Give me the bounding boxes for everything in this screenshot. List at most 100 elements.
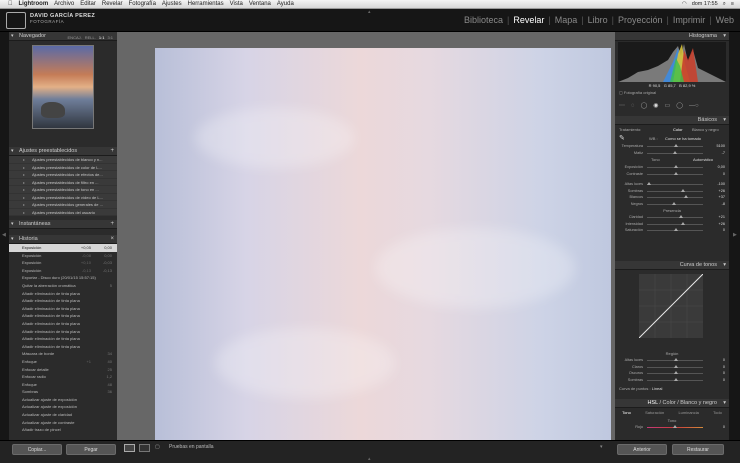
graduated-filter-icon[interactable]: ▭	[665, 102, 671, 109]
treatment-bw[interactable]: Blanco y negro	[692, 125, 719, 134]
grid-tool-icon[interactable]: ⋯	[619, 102, 625, 109]
history-step[interactable]: Añadir eliminación de tinta plana	[9, 305, 117, 313]
history-step[interactable]: Añadir eliminación de tinta plana	[9, 328, 117, 336]
hsl-header[interactable]: HSL / Color / Blanco y negro ▾	[615, 399, 729, 408]
histogram-chart[interactable]	[618, 42, 726, 82]
slider-track[interactable]	[647, 221, 703, 225]
slider-row[interactable]: Sombras 0	[615, 377, 729, 384]
slider-track[interactable]	[647, 165, 703, 169]
menu-vista[interactable]: Vista	[230, 0, 243, 9]
clear-history-icon[interactable]: ×	[110, 235, 114, 244]
history-step[interactable]: Enfoque +1 40	[9, 358, 117, 366]
slider-knob[interactable]	[674, 358, 678, 362]
list-icon[interactable]: ≡	[731, 0, 734, 9]
brush-icon[interactable]: —○	[689, 103, 699, 109]
slider-track[interactable]	[647, 171, 703, 175]
slider-row[interactable]: Saturación 0	[615, 227, 729, 234]
main-photo[interactable]	[155, 48, 611, 440]
slider-knob[interactable]	[679, 215, 684, 219]
preset-folder[interactable]: Ajustes preestablecidos del usuario	[9, 208, 117, 216]
nav-tab-fit[interactable]: ENCAJ.	[68, 33, 82, 42]
nav-tab-1to1[interactable]: 1:1	[99, 33, 105, 42]
menu-ajustes[interactable]: Ajustes	[162, 0, 182, 9]
history-step[interactable]: Sombras 36	[9, 388, 117, 396]
point-curve-select[interactable]: Lineal	[652, 386, 663, 391]
menu-fotografia[interactable]: Fotografía	[129, 0, 156, 9]
history-step[interactable]: Exposición -0,13 -0,13	[9, 267, 117, 275]
hsl-tab-all[interactable]: Todo	[713, 408, 722, 417]
eyedropper-icon[interactable]: ✎	[619, 134, 625, 143]
slider-value[interactable]: 0	[723, 171, 725, 178]
slider-knob[interactable]	[672, 150, 677, 154]
collapse-icon[interactable]: ▾	[723, 399, 726, 408]
nav-tab-3to1[interactable]: 3:1	[107, 33, 113, 42]
treatment-color[interactable]: Color	[673, 125, 683, 134]
menu-archivo[interactable]: Archivo	[54, 0, 74, 9]
spot-removal-icon[interactable]: ◯	[641, 102, 648, 109]
history-step[interactable]: Actualizar ajuste de exposición	[9, 403, 117, 411]
slider-knob[interactable]	[683, 195, 688, 199]
slider-row[interactable]: Contraste 0	[615, 171, 729, 178]
tone-curve-graph[interactable]	[639, 274, 703, 338]
preset-folder[interactable]: Ajustes preestablecidos de blanco y n...	[9, 156, 117, 164]
hsl-tab[interactable]: HSL	[647, 400, 658, 406]
history-step[interactable]: Añadir eliminación de tinta plana	[9, 290, 117, 298]
preset-folder[interactable]: Ajustes preestablecidos de filtro en ...	[9, 178, 117, 186]
left-edge[interactable]: ◀	[0, 32, 9, 440]
history-step[interactable]: Exposición +0,05 0,00	[9, 244, 117, 252]
slider-knob[interactable]	[647, 182, 651, 186]
module-proyeccion[interactable]: Proyección	[618, 15, 663, 25]
presets-header[interactable]: Ajustes preestablecidos +	[9, 147, 117, 156]
module-revelar[interactable]: Revelar	[513, 15, 544, 25]
menu-revelar[interactable]: Revelar	[102, 0, 123, 9]
history-step[interactable]: Enfocar radio 1,2	[9, 373, 117, 381]
add-snapshot-icon[interactable]: +	[110, 220, 114, 229]
menu-editar[interactable]: Editar	[80, 0, 96, 9]
slider-knob[interactable]	[674, 165, 678, 169]
basic-header[interactable]: Básicos ▾	[615, 116, 729, 125]
module-imprimir[interactable]: Imprimir	[673, 15, 706, 25]
slider-track[interactable]	[647, 150, 703, 154]
slider-track[interactable]	[647, 188, 703, 192]
curve-header[interactable]: Curva de tonos ▾	[615, 261, 729, 270]
slider-knob[interactable]	[681, 221, 686, 225]
proof-checkbox[interactable]: ▢	[155, 444, 160, 450]
snapshots-header[interactable]: Instantáneas +	[9, 220, 117, 229]
slider-value[interactable]: 0	[723, 227, 725, 234]
bw-tab[interactable]: Blanco y negro	[680, 400, 717, 406]
crop-tool-icon[interactable]: ◌	[631, 103, 635, 109]
slider-value[interactable]: -8	[722, 201, 725, 208]
slider-track[interactable]	[647, 228, 703, 232]
collapse-icon[interactable]: ▾	[723, 116, 726, 125]
slider-value[interactable]: 0	[723, 377, 725, 384]
preset-folder[interactable]: Ajustes preestablecidos generales de ...	[9, 201, 117, 209]
slider-track[interactable]	[647, 215, 703, 219]
add-preset-icon[interactable]: +	[110, 147, 114, 156]
reset-button[interactable]: Restaurar	[672, 444, 724, 455]
history-step[interactable]: Añadir trazo de pincel	[9, 426, 117, 434]
menu-ventana[interactable]: Ventana	[249, 0, 271, 9]
slider-track[interactable]	[647, 201, 703, 205]
history-step[interactable]: Actualizar ajuste de exposición	[9, 396, 117, 404]
collapse-icon[interactable]: ▾	[723, 261, 726, 270]
compare-view-icon[interactable]	[139, 444, 150, 452]
history-step[interactable]: Añadir eliminación de tinta plana	[9, 320, 117, 328]
slider-knob[interactable]	[673, 425, 677, 429]
menu-ayuda[interactable]: Ayuda	[277, 0, 294, 9]
slider-knob[interactable]	[674, 364, 678, 368]
loupe-view-icon[interactable]	[124, 444, 135, 452]
radial-filter-icon[interactable]: ◯	[676, 102, 683, 109]
slider-knob[interactable]	[674, 228, 678, 232]
slider-track[interactable]	[647, 195, 703, 199]
apple-icon[interactable]: 	[8, 0, 13, 9]
history-header[interactable]: Historia ×	[9, 235, 117, 244]
history-step[interactable]: Exposición -0,08 0,00	[9, 252, 117, 260]
history-step[interactable]: Exportar - Disco duro (20/01/15 15:57:15…	[9, 274, 117, 282]
slider-track[interactable]	[647, 371, 703, 375]
slider-value[interactable]: 0	[723, 424, 725, 431]
slider-track[interactable]	[647, 377, 703, 381]
history-step[interactable]: Enfocar detalle 25	[9, 366, 117, 374]
hsl-tab-luminance[interactable]: Luminancia	[678, 408, 698, 417]
histogram-header[interactable]: Histograma ▾	[615, 32, 729, 41]
hsl-tab-hue[interactable]: Tono	[622, 408, 631, 417]
